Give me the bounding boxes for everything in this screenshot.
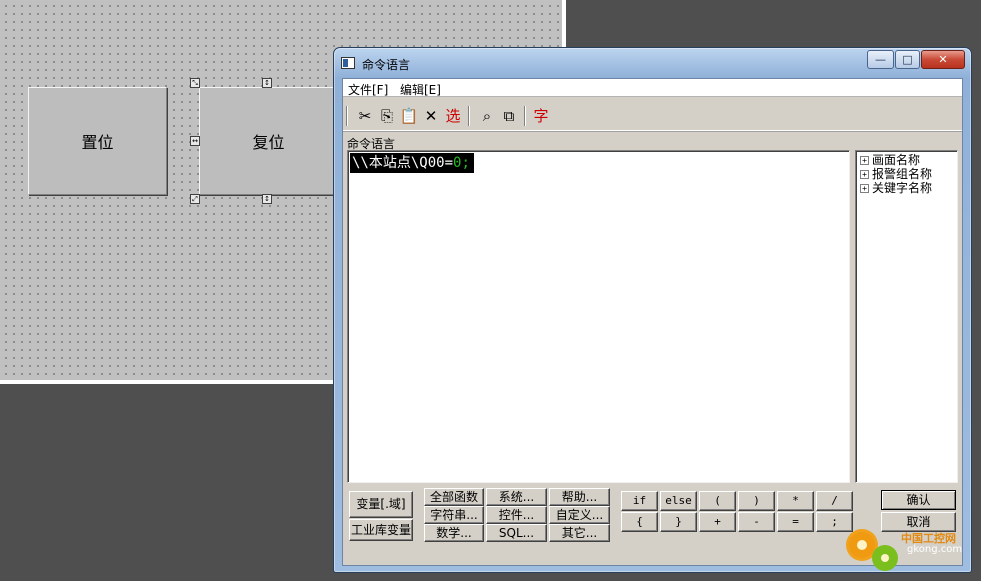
toolbar: ✂ ⎘ 📋 ✕ 选 ⌕ ⧉ 字 <box>343 99 962 131</box>
dialog-title: 命令语言 <box>362 58 411 72</box>
resize-handle-bottom[interactable]: ↕ <box>262 194 272 204</box>
delete-icon[interactable]: ✕ <box>421 106 441 126</box>
sql-button[interactable]: SQL... <box>486 524 547 542</box>
all-functions-button[interactable]: 全部函数 <box>424 488 484 506</box>
copy-icon[interactable]: ⎘ <box>377 106 397 126</box>
tree-item-alarm-groups[interactable]: + 报警组名称 <box>860 167 957 181</box>
dialog-client-area: 文件[F] 编辑[E] ✂ ⎘ 📋 ✕ 选 ⌕ ⧉ 字 命令语言 \\本站点\Q… <box>342 78 963 566</box>
reset-button[interactable]: 复位 <box>199 87 338 195</box>
gear-icon <box>875 548 895 568</box>
paste-icon[interactable]: 📋 <box>399 106 419 126</box>
resize-handle-bottom-left[interactable]: ⤢ <box>190 194 200 204</box>
variable-button[interactable]: 变量[.域] <box>349 491 413 518</box>
cut-icon[interactable]: ✂ <box>355 106 375 126</box>
help-button[interactable]: 帮助... <box>549 488 610 506</box>
tree-item-label: 画面名称 <box>872 153 921 167</box>
divide-button[interactable]: / <box>816 491 853 511</box>
watermark-url: gkong.com <box>907 544 963 555</box>
resize-handle-top[interactable]: ↕ <box>262 78 272 88</box>
resize-handle-top-left[interactable]: ⤡ <box>190 78 200 88</box>
code-semicolon: ; <box>461 155 470 171</box>
custom-button[interactable]: 自定义... <box>549 506 610 524</box>
name-tree[interactable]: + 画面名称 + 报警组名称 + 关键字名称 <box>855 150 958 483</box>
title-bar[interactable]: 命令语言 — □ ✕ <box>334 48 971 76</box>
command-language-dialog: 命令语言 — □ ✕ 文件[F] 编辑[E] ✂ ⎘ 📋 ✕ 选 ⌕ ⧉ 字 命… <box>333 47 972 573</box>
system-button[interactable]: 系统... <box>486 488 547 506</box>
code-editor[interactable]: \\本站点\Q00=0; <box>347 150 850 483</box>
other-button[interactable]: 其它... <box>549 524 610 542</box>
gkong-watermark: 中国工控网 gkong.com <box>843 528 973 572</box>
menu-file[interactable]: 文件[F] <box>348 81 388 98</box>
resize-handle-left[interactable]: ↔ <box>190 136 200 146</box>
expand-icon[interactable]: + <box>860 156 869 165</box>
close-brace-button[interactable]: } <box>660 512 697 532</box>
menu-bar: 文件[F] 编辑[E] <box>343 79 962 97</box>
open-brace-button[interactable]: { <box>621 512 658 532</box>
replace-icon[interactable]: ⧉ <box>499 106 519 126</box>
equals-button[interactable]: = <box>777 512 814 532</box>
minus-button[interactable]: - <box>738 512 775 532</box>
expand-icon[interactable]: + <box>860 170 869 179</box>
tree-item-screen-names[interactable]: + 画面名称 <box>860 153 957 167</box>
open-paren-button[interactable]: ( <box>699 491 736 511</box>
tree-item-label: 关键字名称 <box>872 181 933 195</box>
select-icon[interactable]: 选 <box>443 106 463 126</box>
keyword-if-button[interactable]: if <box>621 491 658 511</box>
app-icon <box>341 57 355 69</box>
math-button[interactable]: 数学... <box>424 524 484 542</box>
font-icon[interactable]: 字 <box>531 106 551 126</box>
toolbar-separator <box>524 106 526 126</box>
string-button[interactable]: 字符串... <box>424 506 484 524</box>
expand-icon[interactable]: + <box>860 184 869 193</box>
tree-item-label: 报警组名称 <box>872 167 933 181</box>
plus-button[interactable]: + <box>699 512 736 532</box>
code-line: \\本站点\Q00=0; <box>350 153 474 173</box>
find-icon[interactable]: ⌕ <box>477 106 497 126</box>
keyword-else-button[interactable]: else <box>660 491 697 511</box>
tree-item-keywords[interactable]: + 关键字名称 <box>860 181 957 195</box>
maximize-button[interactable]: □ <box>895 50 920 69</box>
code-text: \\本站点\Q00= <box>352 155 454 171</box>
menu-edit[interactable]: 编辑[E] <box>400 81 441 98</box>
close-button[interactable]: ✕ <box>921 50 965 69</box>
minimize-button[interactable]: — <box>867 50 894 69</box>
multiply-button[interactable]: * <box>777 491 814 511</box>
toolbar-separator <box>346 106 348 126</box>
gear-icon <box>849 532 875 558</box>
industrial-variable-button[interactable]: 工业库变量 <box>349 519 413 541</box>
set-button[interactable]: 置位 <box>28 87 167 195</box>
confirm-button[interactable]: 确认 <box>881 490 956 510</box>
close-paren-button[interactable]: ) <box>738 491 775 511</box>
toolbar-separator <box>468 106 470 126</box>
control-button[interactable]: 控件... <box>486 506 547 524</box>
